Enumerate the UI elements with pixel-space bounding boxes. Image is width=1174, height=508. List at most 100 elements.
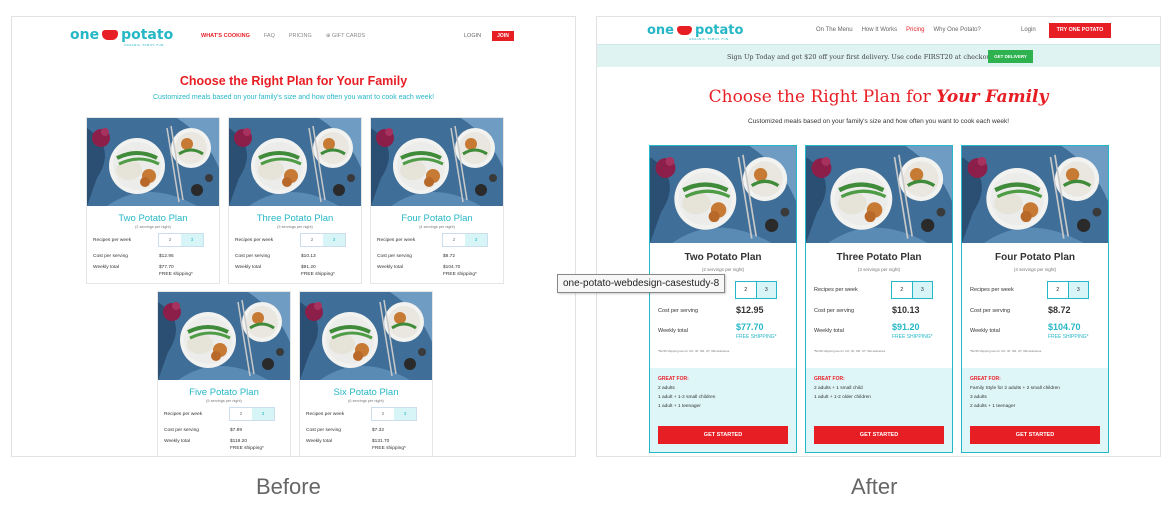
recipes-selector[interactable]: 23 [229,407,275,421]
nav-pricing[interactable]: Pricing [906,27,924,33]
option-2[interactable]: 2 [230,408,252,420]
free-shipping: FREE shipping* [301,272,335,277]
get-delivery-button[interactable]: GET DELIVERY [988,50,1033,63]
login-link[interactable]: LOGIN [464,33,481,39]
pot-icon [677,26,693,35]
option-2[interactable]: 2 [301,234,323,246]
option-3[interactable]: 3 [181,234,203,246]
great-for-heading: GREAT FOR: [814,376,845,382]
nav-gift-cards[interactable]: ⊕ GIFT CARDS [326,33,365,39]
shipping-note: *$4.95 shipping fee for CO, ID, OR, UT, … [658,349,730,353]
image-tooltip: one-potato-webdesign-casestudy-8 [557,274,726,293]
recipes-label: Recipes per week [970,287,1014,293]
promo-banner: Sign Up Today and get $20 off your first… [597,44,1160,67]
great-for-section: GREAT FOR: Family Style for 2 adults + 2… [962,368,1108,452]
nav-how-it-works[interactable]: How It Works [862,27,898,33]
free-shipping: FREE shipping* [230,446,264,451]
recipes-selector[interactable]: 23 [158,233,204,247]
great-for-item: 2 adults + 1 small child [814,386,863,391]
food-photo [806,146,952,243]
page-title: Choose the Right Plan for Your Family [597,87,1160,107]
recipes-label: Recipes per week [93,238,132,243]
shipping-note: *$4.95 shipping fee for CO, ID, OR, UT, … [970,349,1042,353]
after-header: one potato ORGANIC. FAMILY. FUN. On The … [597,17,1160,44]
cost-label: Cost per serving [970,308,1011,314]
plan-name: Two Potato Plan [684,252,762,263]
cost-label: Cost per serving [93,254,128,259]
option-3[interactable]: 3 [394,408,416,420]
plan-card: Five Potato Plan (5 servings per night) … [157,291,291,456]
cost-label: Cost per serving [658,308,699,314]
option-3[interactable]: 3 [465,234,487,246]
great-for-section: GREAT FOR: 2 adults + 1 small child 1 ad… [806,368,952,452]
great-for-item: 1 adult + 1 teenager [658,404,701,409]
get-started-button[interactable]: GET STARTED [814,426,944,444]
logo[interactable]: one potato ORGANIC. FAMILY. FUN. [70,27,174,47]
option-3[interactable]: 3 [323,234,345,246]
nav-on-the-menu[interactable]: On The Menu [816,27,853,33]
logo-text-one: one [647,23,675,38]
page-title: Choose the Right Plan for Your Family [179,74,408,88]
plan-name: Four Potato Plan [401,213,473,224]
recipes-selector[interactable]: 23 [300,233,346,247]
recipes-selector[interactable]: 23 [442,233,488,247]
login-link[interactable]: Login [1021,27,1036,33]
after-caption: After [851,474,898,499]
option-2[interactable]: 2 [736,282,756,298]
recipes-selector[interactable]: 23 [371,407,417,421]
option-3[interactable]: 3 [252,408,274,420]
logo-tagline: ORGANIC. FAMILY. FUN. [689,37,730,41]
great-for-item: Family Style for 2 adults + 2 small chil… [970,386,1060,391]
nav-faq[interactable]: FAQ [264,33,275,39]
recipes-selector[interactable]: 23 [891,281,933,299]
get-started-button[interactable]: GET STARTED [970,426,1100,444]
recipes-selector[interactable]: 23 [735,281,777,299]
recipes-label: Recipes per week [164,412,203,417]
recipes-label: Recipes per week [306,412,345,417]
option-2[interactable]: 2 [892,282,912,298]
before-screenshot: one potato ORGANIC. FAMILY. FUN. WHAT'S … [11,16,576,457]
recipes-selector[interactable]: 23 [1047,281,1089,299]
join-button[interactable]: JOIN [492,31,514,41]
great-for-item: 3 adults [970,395,987,400]
great-for-heading: GREAT FOR: [658,376,689,382]
weekly-label: Weekly total [970,328,1000,334]
food-photo [650,146,796,243]
nav-whats-cooking[interactable]: WHAT'S COOKING [201,33,250,39]
try-one-potato-button[interactable]: TRY ONE POTATO [1049,23,1111,38]
free-shipping: FREE shipping* [443,272,477,277]
weekly-value: $131.70 [372,439,390,444]
option-2[interactable]: 2 [159,234,181,246]
title-plain: Choose the Right Plan for [708,87,931,107]
recipes-label: Recipes per week [235,238,274,243]
food-photo [300,292,432,380]
weekly-label: Weekly total [377,265,404,270]
weekly-value: $77.70 [736,322,764,332]
plan-name: Two Potato Plan [118,213,188,224]
option-2[interactable]: 2 [1048,282,1068,298]
option-3[interactable]: 3 [755,282,776,298]
food-photo [371,118,503,206]
weekly-value: $91.20 [301,265,316,270]
title-script: Your Family [936,87,1049,107]
nav-pricing[interactable]: PRICING [289,33,312,39]
plan-name: Three Potato Plan [836,252,922,263]
before-header: one potato ORGANIC. FAMILY. FUN. WHAT'S … [12,17,575,53]
logo-text-potato: potato [121,27,174,43]
option-2[interactable]: 2 [443,234,465,246]
plan-servings: (4 servings per night) [419,225,455,229]
plan-servings: (3 servings per night) [857,267,901,272]
plan-servings: (4 servings per night) [1013,267,1057,272]
nav-why-one-potato[interactable]: Why One Potato? [933,27,980,33]
logo[interactable]: one potato ORGANIC. FAMILY. FUN. [647,23,744,41]
weekly-label: Weekly total [93,265,120,270]
option-2[interactable]: 2 [372,408,394,420]
after-nav-links: On The Menu How It Works Pricing Why One… [816,27,981,33]
plan-servings: (6 servings per night) [348,399,384,403]
logo-text-potato: potato [695,23,744,38]
plan-card: Two Potato Plan (2 servings per night) R… [86,117,220,284]
option-3[interactable]: 3 [1067,282,1088,298]
weekly-value: $118.20 [230,439,247,444]
get-started-button[interactable]: GET STARTED [658,426,788,444]
option-3[interactable]: 3 [911,282,932,298]
